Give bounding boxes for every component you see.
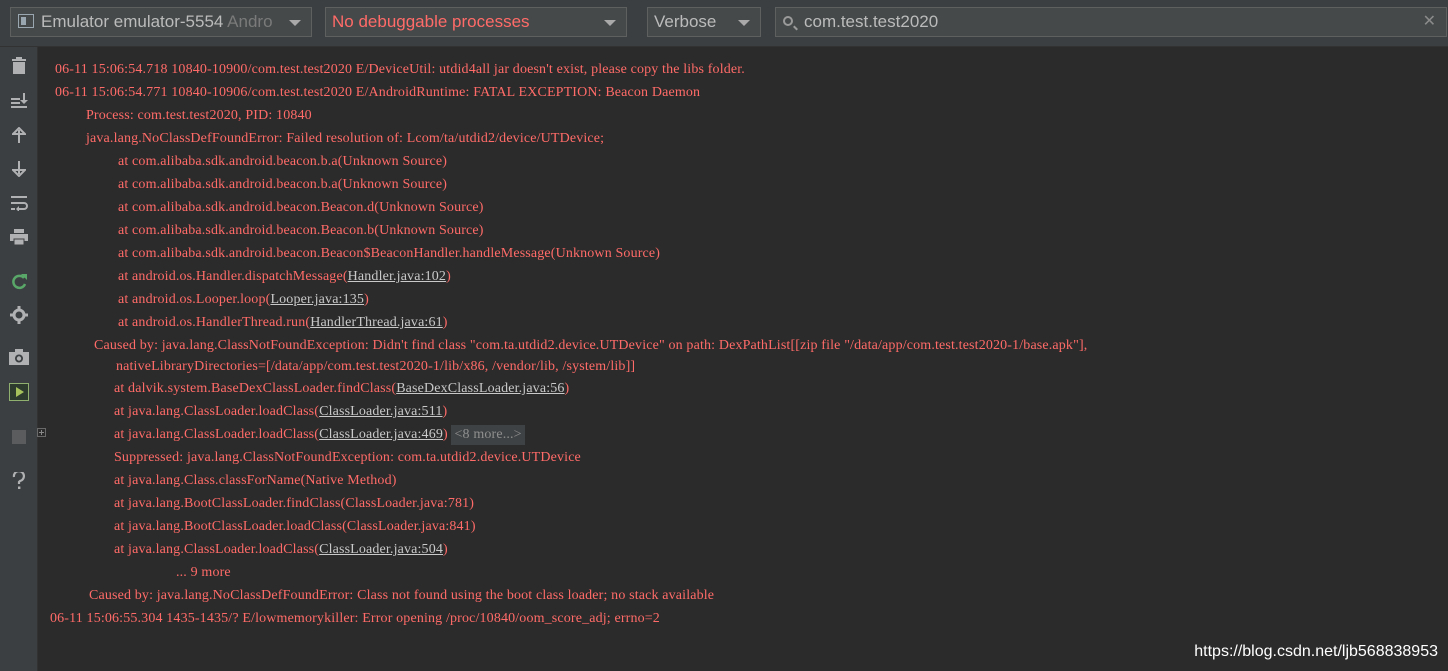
- log-text: ): [443, 542, 448, 557]
- log-text: ): [442, 315, 448, 330]
- chevron-down-icon: [604, 20, 616, 26]
- log-line: at com.alibaba.sdk.android.beacon.Beacon…: [118, 223, 484, 238]
- chevron-down-icon: [738, 20, 750, 26]
- log-line: ... 9 more: [176, 565, 231, 580]
- search-input[interactable]: com.test.test2020 ✕: [775, 7, 1447, 37]
- log-text: at android.os.Looper.loop(: [118, 292, 271, 307]
- log-text: at java.lang.ClassLoader.loadClass(: [114, 427, 320, 442]
- collapsed-frames-chip[interactable]: <8 more...>: [451, 425, 525, 445]
- logcat-toolbar: Emulator emulator-5554 Andro No debuggab…: [0, 0, 1448, 47]
- device-label-overflow: Andro: [223, 12, 273, 31]
- log-text: at java.lang.ClassLoader.loadClass(: [114, 542, 320, 557]
- source-link[interactable]: Looper.java:135: [270, 292, 364, 307]
- source-link[interactable]: ClassLoader.java:504: [319, 542, 443, 557]
- restart-icon[interactable]: [8, 271, 30, 293]
- search-icon: [783, 16, 793, 26]
- soft-wrap-icon[interactable]: [8, 192, 30, 214]
- log-line: at java.lang.ClassLoader.loadClass(Class…: [114, 402, 447, 422]
- device-label: Emulator emulator-5554: [41, 12, 224, 31]
- logcat-output[interactable]: 06-11 15:06:54.718 10840-10900/com.test.…: [38, 47, 1448, 671]
- log-line: at java.lang.BootClassLoader.findClass(C…: [114, 496, 475, 511]
- log-text: at android.os.Handler.dispatchMessage(: [118, 269, 348, 284]
- log-text: ): [564, 381, 570, 396]
- down-arrow-icon[interactable]: [8, 158, 30, 180]
- screen-record-icon[interactable]: [8, 381, 30, 403]
- help-icon[interactable]: [8, 470, 30, 492]
- log-line: Suppressed: java.lang.ClassNotFoundExcep…: [114, 450, 581, 465]
- log-text: at android.os.HandlerThread.run(: [118, 315, 311, 330]
- device-selector[interactable]: Emulator emulator-5554 Andro: [10, 7, 312, 37]
- log-line: at android.os.HandlerThread.run(HandlerT…: [118, 313, 448, 333]
- gear-icon[interactable]: [8, 304, 30, 326]
- log-line: at java.lang.BootClassLoader.loadClass(C…: [114, 519, 476, 534]
- log-line: 06-11 15:06:54.718 10840-10900/com.test.…: [55, 62, 745, 77]
- process-label: No debuggable processes: [332, 12, 530, 31]
- log-line: at com.alibaba.sdk.android.beacon.Beacon…: [118, 246, 661, 261]
- log-line: Caused by: java.lang.ClassNotFoundExcept…: [94, 338, 1088, 353]
- watermark: https://blog.csdn.net/ljb568838953: [1194, 643, 1438, 660]
- log-line: java.lang.NoClassDefFoundError: Failed r…: [86, 131, 605, 146]
- log-level-label: Verbose: [654, 12, 717, 31]
- stop-icon: [8, 426, 30, 448]
- source-link[interactable]: ClassLoader.java:511: [319, 404, 442, 419]
- log-line: at com.alibaba.sdk.android.beacon.b.a(Un…: [118, 154, 448, 169]
- process-selector[interactable]: No debuggable processes: [325, 7, 627, 37]
- log-line: nativeLibraryDirectories=[/data/app/com.…: [116, 359, 636, 374]
- emulator-icon: [18, 14, 34, 28]
- log-line: at java.lang.Class.classForName(Native M…: [114, 473, 397, 488]
- log-line: at android.os.Handler.dispatchMessage(Ha…: [118, 267, 451, 287]
- log-line: at java.lang.ClassLoader.loadClass(Class…: [114, 540, 448, 560]
- log-text: ): [442, 404, 448, 419]
- log-line: at com.alibaba.sdk.android.beacon.Beacon…: [118, 200, 484, 215]
- source-link[interactable]: HandlerThread.java:61: [310, 315, 443, 330]
- search-query: com.test.test2020: [804, 12, 939, 31]
- log-line: Process: com.test.test2020, PID: 10840: [86, 108, 312, 123]
- print-icon[interactable]: [8, 226, 30, 248]
- screenshot-icon[interactable]: [8, 346, 30, 368]
- log-text: ): [443, 427, 448, 442]
- up-arrow-icon[interactable]: [8, 124, 30, 146]
- source-link[interactable]: ClassLoader.java:469: [319, 427, 443, 442]
- clear-search-icon[interactable]: ✕: [1423, 8, 1436, 36]
- trash-icon[interactable]: [8, 55, 30, 77]
- source-link[interactable]: BaseDexClassLoader.java:56: [396, 381, 564, 396]
- chevron-down-icon: [289, 20, 301, 26]
- log-line: 06-11 15:06:55.304 1435-1435/? E/lowmemo…: [50, 611, 660, 626]
- log-line: at dalvik.system.BaseDexClassLoader.find…: [114, 379, 569, 399]
- log-text: at dalvik.system.BaseDexClassLoader.find…: [114, 381, 397, 396]
- scroll-to-end-icon[interactable]: [8, 89, 30, 111]
- log-line: Caused by: java.lang.NoClassDefFoundErro…: [89, 588, 715, 603]
- log-level-selector[interactable]: Verbose: [647, 7, 761, 37]
- log-text: at java.lang.ClassLoader.loadClass(: [114, 404, 320, 419]
- log-text: ): [364, 292, 369, 307]
- source-link[interactable]: Handler.java:102: [348, 269, 446, 284]
- logcat-side-toolbar: [0, 47, 38, 671]
- log-text: ): [446, 269, 451, 284]
- log-line: at android.os.Looper.loop(Looper.java:13…: [118, 290, 369, 310]
- log-line: at java.lang.ClassLoader.loadClass(Class…: [114, 425, 525, 445]
- log-line: at com.alibaba.sdk.android.beacon.b.a(Un…: [118, 177, 448, 192]
- log-line: 06-11 15:06:54.771 10840-10906/com.test.…: [55, 85, 701, 100]
